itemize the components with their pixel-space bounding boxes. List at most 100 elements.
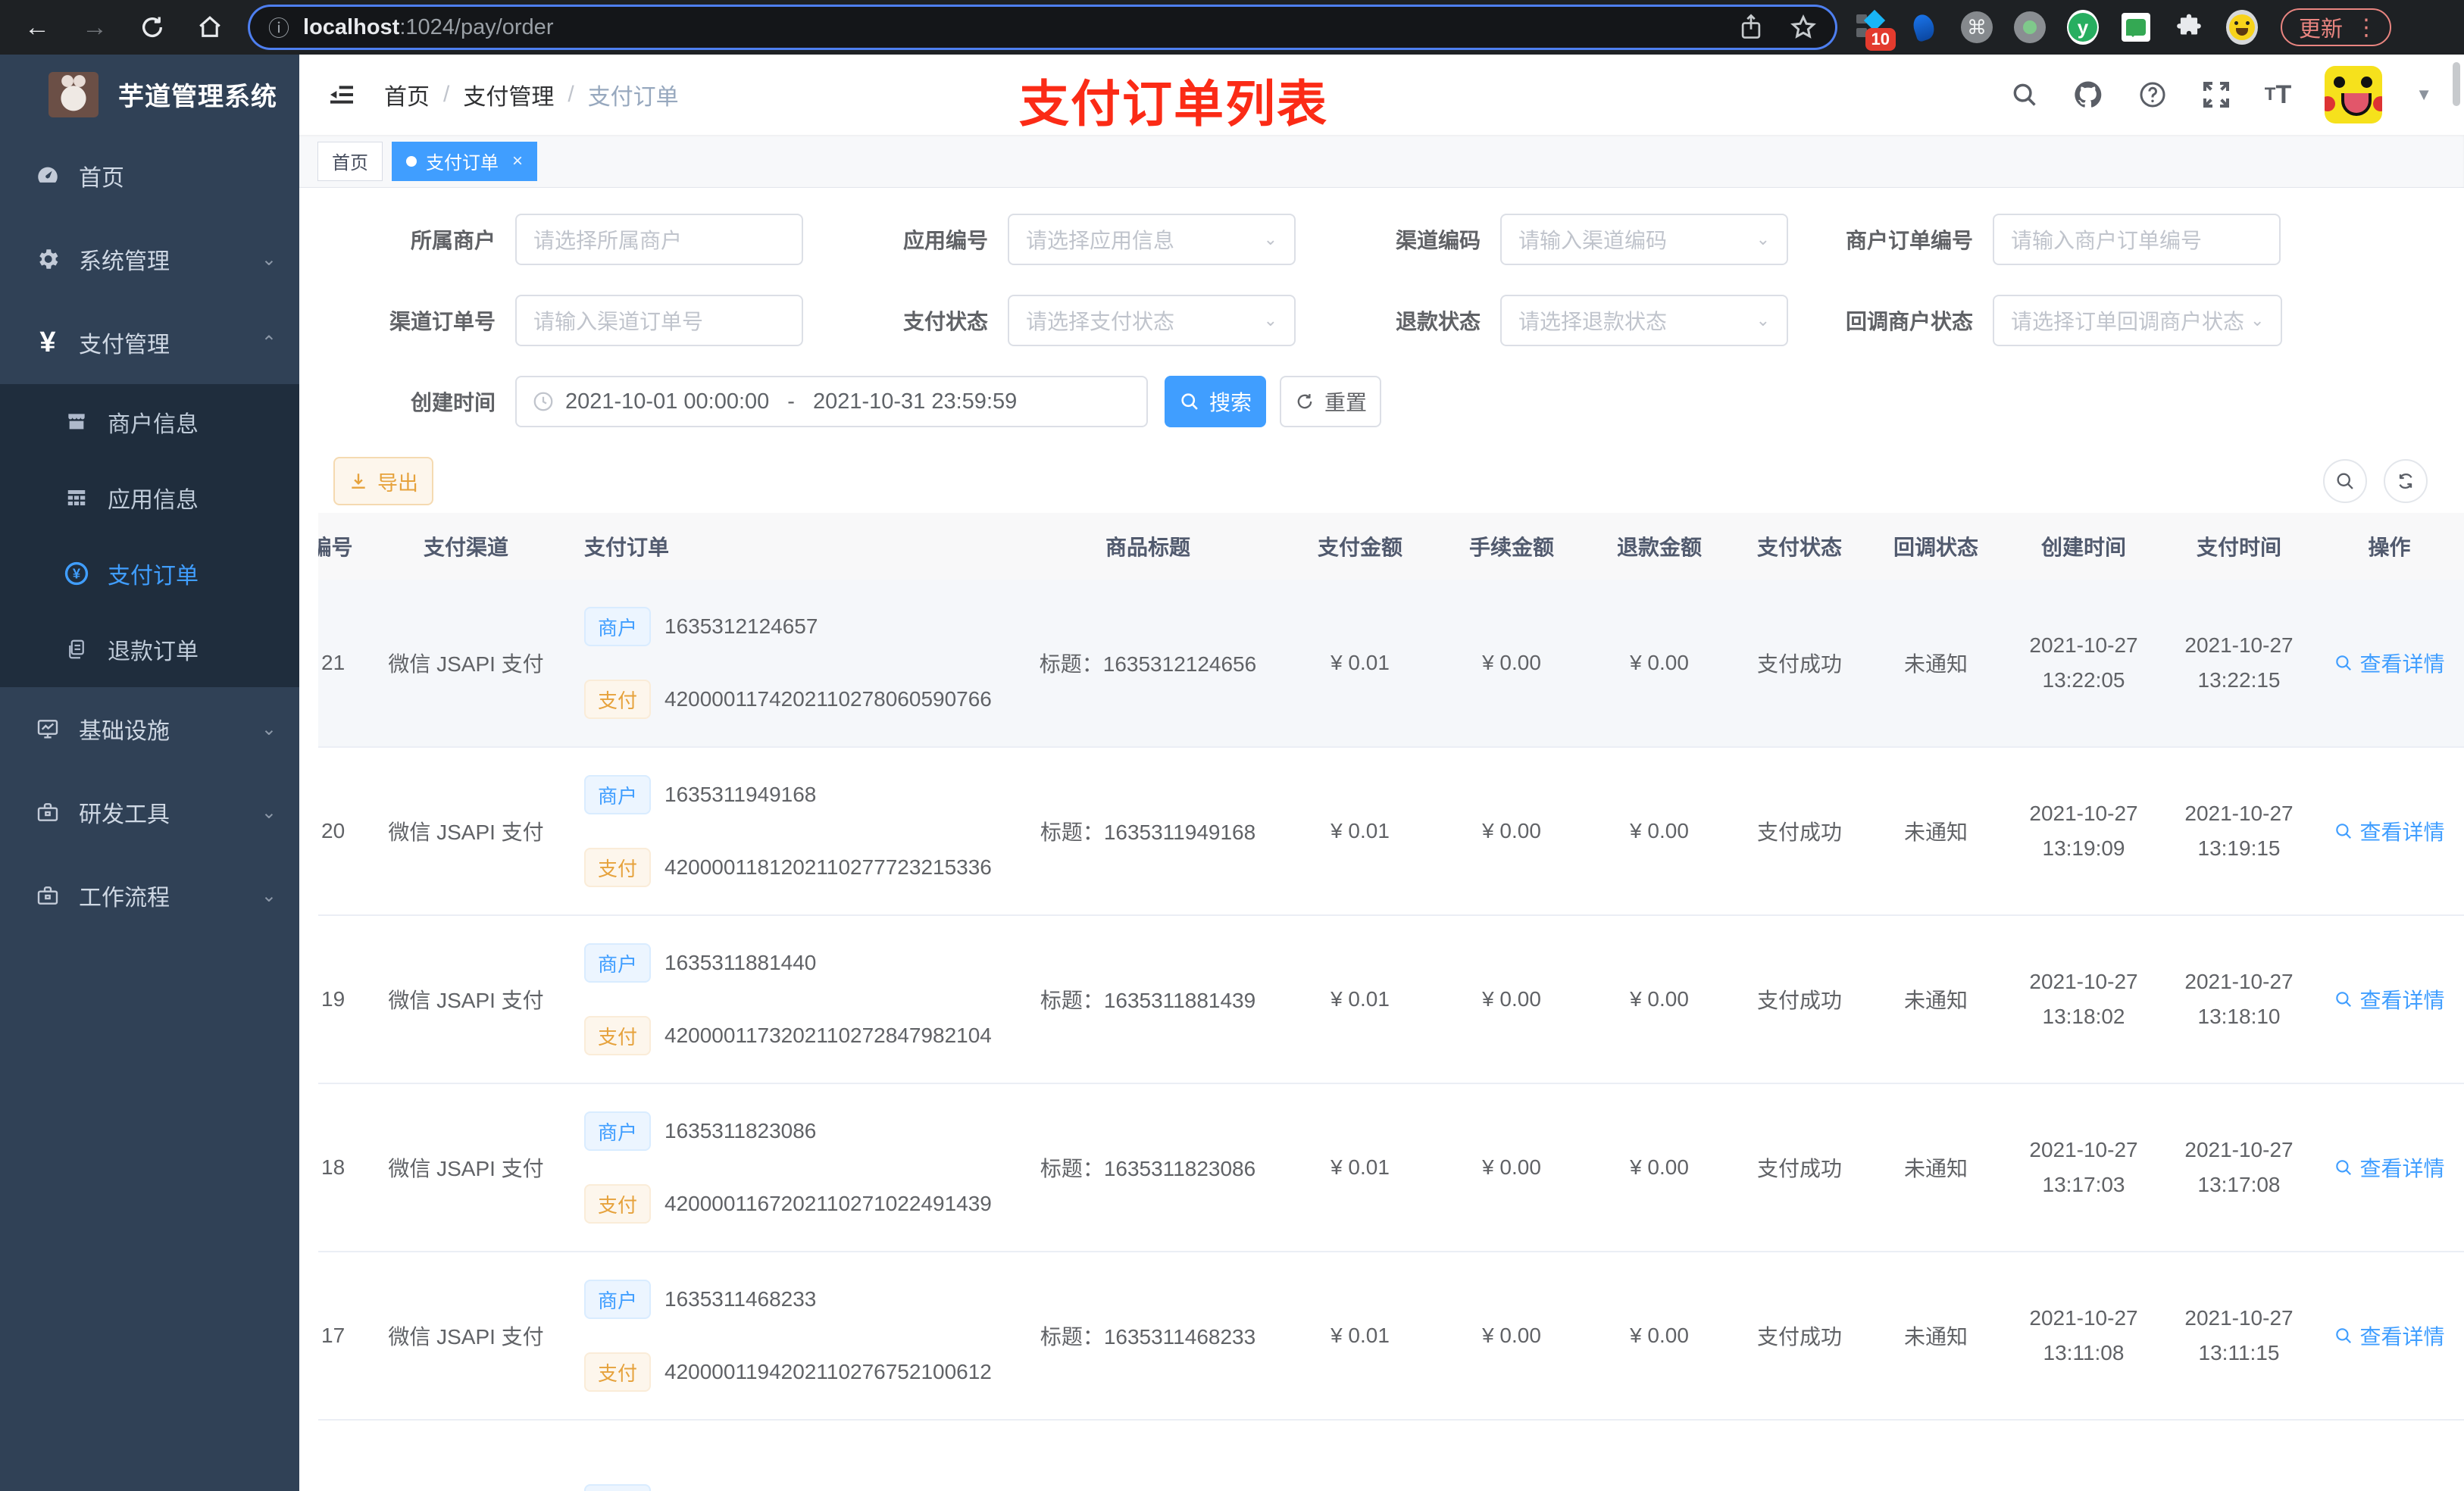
pay-tag: 支付 xyxy=(584,680,652,719)
user-avatar[interactable] xyxy=(2325,66,2383,123)
notify-status-select[interactable]: 请选择订单回调商户状态 ⌄ xyxy=(1993,295,2283,346)
fullscreen-icon[interactable] xyxy=(2201,80,2231,110)
recorder-extension-icon[interactable] xyxy=(2014,11,2046,43)
browser-toolbar: ← → ⓘ localhost:1024/pay/order 10 ⌘ y 更新 xyxy=(0,0,2464,55)
filter-form: 所属商户 请选择所属商户 应用编号 请选择应用信息 ⌄ 渠道编码 请输入渠道编码 ⌄… xyxy=(299,188,2464,427)
col-channel: 支付渠道 xyxy=(423,536,508,559)
github-icon[interactable] xyxy=(2072,79,2104,111)
toggle-search-button[interactable] xyxy=(2323,459,2367,503)
browser-menu-icon[interactable]: ⋮ xyxy=(2355,14,2378,41)
chevron-down-icon: ⌄ xyxy=(261,802,277,823)
col-id: 应用编号 xyxy=(318,536,353,559)
sidebar-item-pay[interactable]: ¥ 支付管理 ⌃ xyxy=(0,301,299,384)
col-amount: 支付金额 xyxy=(1317,536,1402,559)
chevron-down-icon: ⌄ xyxy=(261,718,277,739)
status-badge: 支付成功 xyxy=(1756,1157,1842,1180)
reset-button[interactable]: 重置 xyxy=(1280,376,1381,427)
profile-avatar-icon[interactable] xyxy=(2226,10,2258,45)
sidebar-item-home[interactable]: 首页 xyxy=(0,134,299,217)
merchant-input[interactable]: 请选择所属商户 xyxy=(515,214,803,265)
font-size-icon[interactable]: TT xyxy=(2265,80,2291,110)
filter-label-refund-status: 退款状态 xyxy=(1395,310,1481,333)
col-fee: 手续金额 xyxy=(1468,536,1554,559)
chevron-down-icon: ⌄ xyxy=(1756,230,1770,248)
tab-home[interactable]: 首页 xyxy=(317,141,383,181)
search-icon[interactable] xyxy=(2010,80,2039,109)
col-order: 支付订单 xyxy=(584,536,670,559)
tab-close-icon[interactable]: × xyxy=(512,151,523,172)
sidebar-item-workflow[interactable]: 工作流程 ⌄ xyxy=(0,854,299,937)
sidebar-item-merchant-info[interactable]: 商户信息 xyxy=(0,384,299,460)
search-button[interactable]: 搜索 xyxy=(1165,376,1266,427)
app-logo-block: 芋道管理系统 xyxy=(0,55,299,134)
breadcrumb-current: 支付订单 xyxy=(587,85,679,110)
sidebar-fold-icon[interactable] xyxy=(327,80,357,110)
sidebar-item-refund-order[interactable]: 退款订单 xyxy=(0,611,299,687)
tab-pay-order[interactable]: 支付订单 × xyxy=(392,141,538,181)
site-info-icon[interactable]: ⓘ xyxy=(268,12,289,42)
refund-status-select[interactable]: 请选择退款状态 ⌄ xyxy=(1500,295,1788,346)
browser-home-icon[interactable] xyxy=(192,10,227,45)
status-badge: 支付成功 xyxy=(1756,1325,1842,1349)
merchant-order-no-input[interactable]: 请输入商户订单编号 xyxy=(1993,214,2281,265)
refresh-table-button[interactable] xyxy=(2384,459,2428,503)
svg-text:¥: ¥ xyxy=(73,566,81,582)
tag-manager-extension-icon[interactable]: 10 xyxy=(1855,9,1896,51)
pay-order-table: 应用编号 支付渠道 支付订单 商品标题 支付金额 手续金额 退款金额 支付状态 … xyxy=(318,513,2464,1491)
create-time-range-picker[interactable]: 2021-10-01 00:00:00 - 2021-10-31 23:59:5… xyxy=(515,376,1148,427)
chevron-down-icon: ⌄ xyxy=(261,885,277,906)
active-tab-dot xyxy=(406,155,417,167)
breadcrumb-pay[interactable]: 支付管理 xyxy=(463,78,554,111)
sidebar-item-infrastructure[interactable]: 基础设施 ⌄ xyxy=(0,687,299,771)
grid-icon xyxy=(59,486,94,509)
url-text: localhost:1024/pay/order xyxy=(303,14,554,39)
toolbox-icon xyxy=(30,800,65,824)
breadcrumb-home[interactable]: 首页 xyxy=(384,78,430,111)
col-notify: 回调状态 xyxy=(1893,536,1978,559)
chevron-down-icon: ⌄ xyxy=(1756,311,1770,330)
table-header-row: 应用编号 支付渠道 支付订单 商品标题 支付金额 手续金额 退款金额 支付状态 … xyxy=(318,513,2464,580)
user-caret-down-icon[interactable]: ▼ xyxy=(2416,85,2432,105)
date-end: 2021-10-31 23:59:59 xyxy=(812,389,1018,414)
view-detail-link[interactable]: 查看详情 xyxy=(2334,984,2445,1014)
extensions-puzzle-icon[interactable] xyxy=(2173,11,2205,43)
help-icon[interactable] xyxy=(2137,80,2168,110)
sidebar-item-app-info[interactable]: 应用信息 xyxy=(0,460,299,536)
filter-label-merchant-order-no: 商户订单编号 xyxy=(1845,229,1973,252)
window-scrollbar[interactable] xyxy=(2453,62,2460,106)
browser-reload-icon[interactable] xyxy=(135,10,170,45)
sidebar-item-devtools[interactable]: 研发工具 ⌄ xyxy=(0,771,299,854)
y-extension-icon[interactable]: y xyxy=(2067,10,2099,45)
pin-extension-icon[interactable] xyxy=(1908,11,1940,43)
sidebar-item-system[interactable]: 系统管理 ⌄ xyxy=(0,217,299,301)
sidebar: 芋道管理系统 首页 系统管理 ⌄ ¥ 支付管理 ⌃ 商户信息 应用信息 ¥ 支付… xyxy=(0,55,299,1491)
command-extension-icon[interactable]: ⌘ xyxy=(1961,11,1993,43)
page-header: 首页 / 支付管理 / 支付订单 支付订单列表 T T ▼ xyxy=(299,55,2464,135)
browser-forward-icon[interactable]: → xyxy=(77,10,112,45)
channel-order-no-input[interactable]: 请输入渠道订单号 xyxy=(515,295,803,346)
chat-extension-icon[interactable] xyxy=(2120,11,2152,43)
sidebar-item-pay-order[interactable]: ¥ 支付订单 xyxy=(0,536,299,611)
view-detail-link[interactable]: 查看详情 xyxy=(2334,1152,2445,1183)
pay-status-select[interactable]: 请选择支付状态 ⌄ xyxy=(1008,295,1296,346)
merchant-tag: 商户 xyxy=(584,943,652,983)
address-bar[interactable]: ⓘ localhost:1024/pay/order xyxy=(250,7,1835,48)
yen-icon: ¥ xyxy=(39,326,56,358)
pay-tag: 支付 xyxy=(584,1184,652,1224)
browser-update-button[interactable]: 更新 ⋮ xyxy=(2281,8,2392,46)
bookmark-star-icon[interactable] xyxy=(1790,14,1817,41)
table-toolbar: 导出 xyxy=(299,457,2464,505)
app-select[interactable]: 请选择应用信息 ⌄ xyxy=(1008,214,1296,265)
view-detail-link[interactable]: 查看详情 xyxy=(2334,816,2445,846)
pay-tag: 支付 xyxy=(584,1016,652,1055)
browser-back-icon[interactable]: ← xyxy=(20,10,55,45)
channel-code-select[interactable]: 请输入渠道编码 ⌄ xyxy=(1500,214,1788,265)
chevron-down-icon: ⌄ xyxy=(261,248,277,270)
filter-label-merchant: 所属商户 xyxy=(410,229,496,252)
view-detail-link[interactable]: 查看详情 xyxy=(2334,1321,2445,1351)
notify-status: 未通知 xyxy=(1903,1157,1968,1180)
yen-circle-icon: ¥ xyxy=(59,561,94,586)
view-detail-link[interactable]: 查看详情 xyxy=(2334,648,2445,678)
export-button[interactable]: 导出 xyxy=(333,457,433,505)
share-icon[interactable] xyxy=(1738,13,1764,42)
